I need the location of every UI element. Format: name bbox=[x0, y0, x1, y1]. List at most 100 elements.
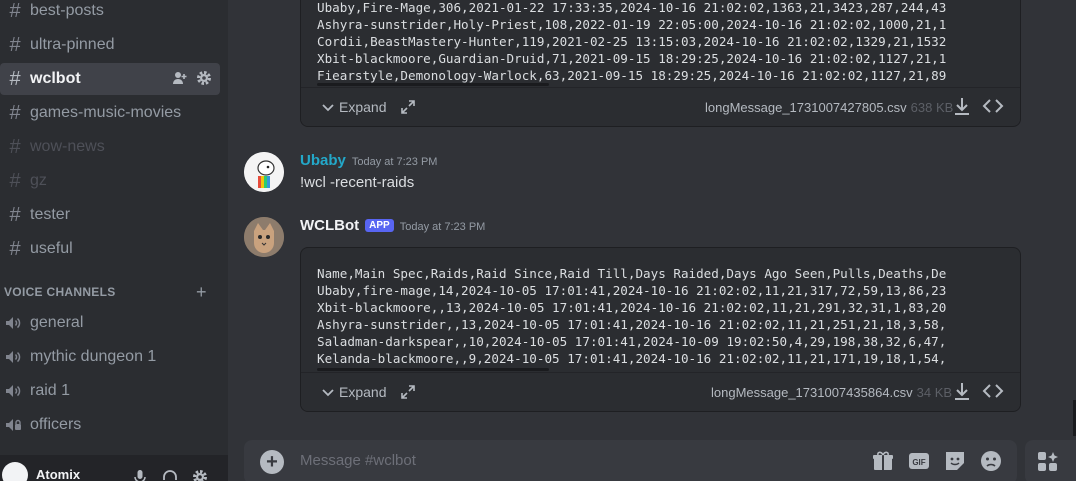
channel-sidebar: # best-posts # ultra-pinned # wclbot # games… bbox=[0, 0, 228, 481]
timestamp: Today at 7:23 PM bbox=[351, 156, 438, 168]
speaker-icon bbox=[4, 382, 24, 400]
file-attachment: Ubaby,Fire-Mage,306,2021-01-22 17:33:35,… bbox=[300, 0, 1021, 127]
voice-channel-label: general bbox=[30, 314, 84, 331]
channel-label: best-posts bbox=[30, 2, 104, 19]
code-line: Ashyra-sunstrider,Holy-Priest,108,2022-0… bbox=[317, 17, 947, 32]
chevron-down-icon bbox=[322, 389, 334, 397]
channel-label: tester bbox=[30, 206, 71, 223]
download-icon[interactable] bbox=[952, 96, 972, 116]
emoji-icon[interactable] bbox=[979, 449, 1003, 473]
avatar[interactable] bbox=[244, 217, 284, 257]
gif-label: GIF bbox=[912, 458, 925, 467]
user-panel: Atomix bbox=[0, 455, 228, 481]
dog-avatar-icon bbox=[244, 152, 284, 192]
author-name[interactable]: Ubaby bbox=[300, 152, 346, 169]
attachment-filename[interactable]: longMessage_1731007427805.csv 638 KB bbox=[705, 100, 953, 115]
author-name[interactable]: WCLBot bbox=[300, 217, 359, 234]
channel-wow-news[interactable]: # wow-news bbox=[0, 131, 220, 163]
headphones-icon[interactable] bbox=[162, 469, 178, 481]
code-icon[interactable] bbox=[982, 96, 1004, 116]
add-channel-icon[interactable]: + bbox=[196, 282, 207, 303]
channel-label: wow-news bbox=[30, 138, 105, 155]
voice-channels-header[interactable]: VOICE CHANNELS bbox=[4, 285, 116, 299]
channel-label: useful bbox=[30, 240, 73, 257]
filename: longMessage_1731007427805.csv bbox=[705, 100, 907, 115]
voice-channel-label: officers bbox=[30, 416, 82, 433]
filesize: 34 KB bbox=[916, 385, 953, 400]
apps-icon bbox=[1038, 452, 1058, 471]
code-line: Fiearstyle,Demonology-Warlock,63,2021-09… bbox=[317, 68, 947, 83]
channel-label: wclbot bbox=[30, 70, 81, 87]
code-line: Saladman-darkspear,,10,2024-10-05 17:01:… bbox=[317, 334, 947, 349]
hash-icon: # bbox=[9, 0, 21, 22]
code-line: Name,Main Spec,Raids,Raid Since,Raid Til… bbox=[317, 266, 947, 281]
channel-useful[interactable]: # useful bbox=[0, 233, 220, 265]
code-preview: Name,Main Spec,Raids,Raid Since,Raid Til… bbox=[301, 248, 1020, 372]
app-badge: APP bbox=[365, 219, 394, 232]
expand-label: Expand bbox=[339, 384, 387, 400]
message-text: !wcl -recent-raids bbox=[300, 174, 415, 191]
gear-icon[interactable] bbox=[196, 70, 212, 86]
attachment-filename[interactable]: longMessage_1731007435864.csv 34 KB bbox=[711, 385, 952, 400]
voice-channel-officers[interactable]: officers bbox=[0, 409, 220, 441]
channel-ultra-pinned[interactable]: # ultra-pinned bbox=[0, 29, 220, 61]
voice-channel-mythic-dungeon-1[interactable]: mythic dungeon 1 bbox=[0, 341, 220, 373]
code-line: Ubaby,Fire-Mage,306,2021-01-22 17:33:35,… bbox=[317, 0, 947, 15]
voice-channel-general[interactable]: general bbox=[0, 307, 220, 339]
hash-icon: # bbox=[9, 169, 21, 192]
filesize: 638 KB bbox=[910, 100, 954, 115]
attachment-footer: Expand longMessage_1731007427805.csv 638 … bbox=[301, 87, 1020, 126]
code-line: Xbit-blackmoore,Guardian-Druid,71,2021-0… bbox=[317, 51, 947, 66]
code-line: Kelanda-blackmoore,,9,2024-10-05 17:01:4… bbox=[317, 351, 947, 366]
channel-tester[interactable]: # tester bbox=[0, 199, 220, 231]
apps-button[interactable] bbox=[1025, 440, 1076, 481]
code-line: Ashyra-sunstrider,,13,2024-10-05 17:01:4… bbox=[317, 317, 947, 332]
avatar[interactable] bbox=[2, 462, 28, 481]
message-composer: + Message #wclbot GIF bbox=[244, 440, 1017, 481]
download-icon[interactable] bbox=[952, 381, 972, 401]
gif-icon[interactable]: GIF bbox=[907, 449, 931, 473]
channel-label: ultra-pinned bbox=[30, 36, 115, 53]
add-member-icon[interactable] bbox=[172, 70, 188, 86]
channel-best-posts[interactable]: # best-posts bbox=[0, 0, 220, 27]
voice-channel-raid-1[interactable]: raid 1 bbox=[0, 375, 220, 407]
gift-icon[interactable] bbox=[871, 449, 895, 473]
voice-channel-label: raid 1 bbox=[30, 382, 71, 399]
horizontal-scrollbar[interactable] bbox=[317, 83, 549, 86]
timestamp: Today at 7:23 PM bbox=[399, 221, 486, 233]
gear-icon[interactable] bbox=[192, 469, 208, 481]
cat-avatar-icon bbox=[244, 217, 284, 257]
message-input[interactable]: Message #wclbot bbox=[300, 452, 416, 469]
microphone-icon[interactable] bbox=[132, 469, 148, 481]
code-line: Cordii,BeastMastery-Hunter,119,2021-02-2… bbox=[317, 34, 947, 49]
avatar[interactable] bbox=[244, 152, 284, 192]
add-attachment-icon[interactable]: + bbox=[260, 450, 284, 474]
channel-wclbot[interactable]: # wclbot bbox=[0, 63, 220, 95]
horizontal-scrollbar[interactable] bbox=[317, 368, 549, 371]
fullscreen-icon[interactable] bbox=[400, 384, 416, 400]
attachment-footer: Expand longMessage_1731007435864.csv 34 K… bbox=[301, 372, 1020, 411]
channel-games-music-movies[interactable]: # games-music-movies bbox=[0, 97, 220, 129]
fullscreen-icon[interactable] bbox=[400, 99, 416, 115]
username: Atomix bbox=[36, 467, 81, 481]
channel-gz[interactable]: # gz bbox=[0, 165, 220, 197]
expand-button[interactable]: Expand bbox=[321, 99, 416, 115]
channel-label: games-music-movies bbox=[30, 104, 182, 121]
hash-icon: # bbox=[9, 237, 21, 260]
hash-icon: # bbox=[9, 135, 21, 158]
code-line: Xbit-blackmoore,,13,2024-10-05 17:01:41,… bbox=[317, 300, 947, 315]
speaker-icon bbox=[4, 348, 24, 366]
expand-label: Expand bbox=[339, 99, 387, 115]
speaker-icon bbox=[4, 314, 24, 332]
code-icon[interactable] bbox=[982, 381, 1004, 401]
code-line: Ubaby,fire-mage,14,2024-10-05 17:01:41,2… bbox=[317, 283, 947, 298]
channel-label: gz bbox=[30, 172, 47, 189]
expand-button[interactable]: Expand bbox=[321, 384, 416, 400]
file-attachment: Name,Main Spec,Raids,Raid Since,Raid Til… bbox=[300, 247, 1021, 412]
locked-speaker-icon bbox=[4, 416, 24, 434]
code-preview: Ubaby,Fire-Mage,306,2021-01-22 17:33:35,… bbox=[301, 0, 1020, 88]
sticker-icon[interactable] bbox=[943, 449, 967, 473]
hash-icon: # bbox=[9, 67, 21, 90]
hash-icon: # bbox=[9, 33, 21, 56]
message-header: WCLBot APP Today at 7:23 PM bbox=[300, 217, 485, 234]
